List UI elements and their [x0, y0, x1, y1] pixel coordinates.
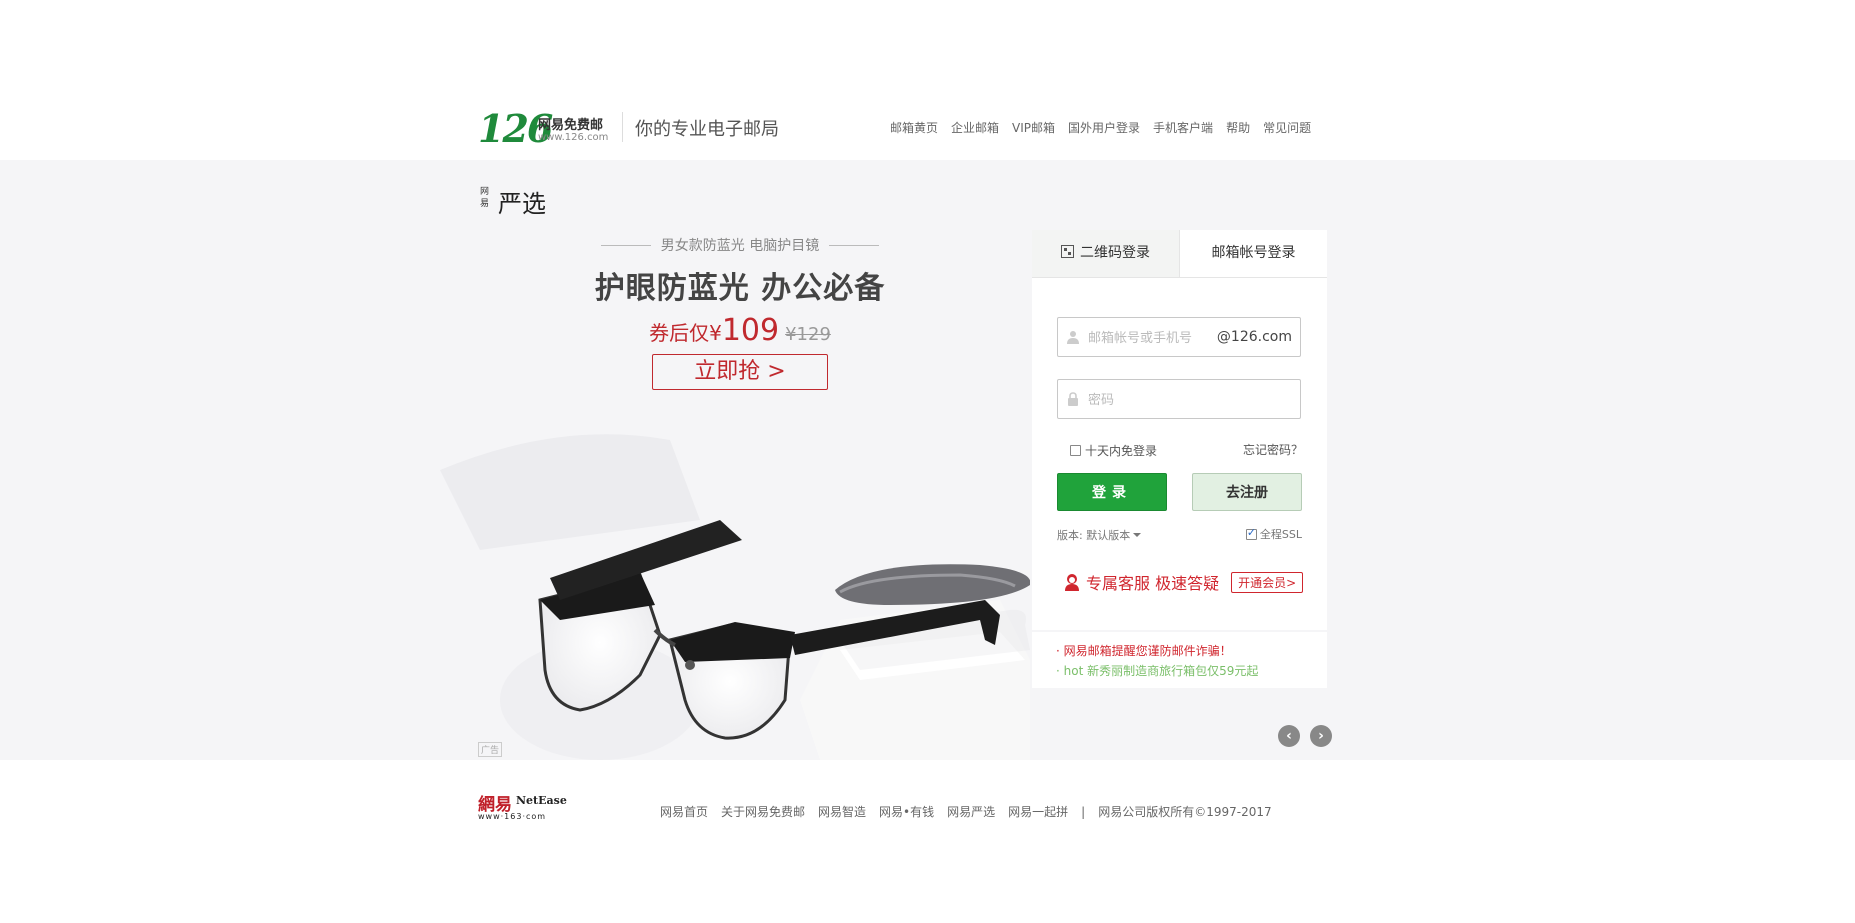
promo-subtitle-row: 男女款防蓝光 电脑护目镜 — [570, 235, 910, 255]
notice-link[interactable]: · 网易邮箱提醒您谨防邮件诈骗！ — [1056, 642, 1232, 659]
header: 126 网易免费邮 www.126.com 你的专业电子邮局 邮箱黄页 企业邮箱 V… — [0, 0, 1855, 160]
notice-link[interactable]: · hot 新秀丽制造商旅行箱包仅59元起 — [1056, 662, 1258, 679]
remember-checkbox[interactable] — [1070, 445, 1081, 456]
remember-me[interactable]: 十天内免登录 — [1070, 442, 1157, 459]
version-label: 版本: 默认版本 — [1057, 529, 1131, 542]
username-input[interactable] — [1086, 326, 1220, 350]
login-tabs: 二维码登录 邮箱帐号登录 — [1032, 230, 1327, 278]
logo-name: 网易免费邮 — [538, 118, 604, 133]
old-price: ¥129 — [785, 324, 831, 345]
netease-logo[interactable]: 網易 NetEase www·163·com — [478, 790, 573, 822]
vip-text: 专属客服 极速答疑 — [1086, 574, 1220, 593]
caret-down-icon — [1133, 533, 1142, 537]
tab-account-label: 邮箱帐号登录 — [1211, 245, 1296, 261]
login-panel: 二维码登录 邮箱帐号登录 @126.com 十天内免登录 忘记密 — [1032, 230, 1327, 630]
promo-title: 护眼防蓝光 办公必备 — [594, 271, 886, 306]
footer-link[interactable]: 网易严选 — [947, 805, 995, 819]
lock-icon — [1068, 392, 1078, 406]
top-nav: 邮箱黄页 企业邮箱 VIP邮箱 国外用户登录 手机客户端 帮助 常见问题 — [890, 119, 1311, 136]
tab-qr-label: 二维码登录 — [1080, 245, 1150, 261]
brand-big: 严选 — [498, 190, 546, 218]
nav-link-yellowpages[interactable]: 邮箱黄页 — [890, 121, 938, 135]
promo-price: 券后仅¥109 ¥129 — [570, 313, 910, 348]
user-icon — [1067, 331, 1079, 344]
ad-banner[interactable]: 网易 严选 男女款防蓝光 电脑护目镜 护眼防蓝光 办公必备 券后仅¥109 ¥12… — [0, 160, 1855, 760]
remember-label: 十天内免登录 — [1085, 444, 1158, 458]
email-suffix: @126.com — [1216, 329, 1292, 345]
price-prefix: 券后仅¥ — [649, 321, 722, 345]
glasses-image — [440, 434, 1030, 760]
price: 109 — [721, 313, 780, 348]
footer-separator: | — [1081, 805, 1086, 819]
footer-link[interactable]: 网易智造 — [818, 805, 866, 819]
frame-top-right — [670, 622, 795, 662]
footer-nav: 网易首页 关于网易免费邮 网易智造 网易•有钱 网易严选 网易一起拼 | 网易公司版权所有©1… — [660, 803, 1285, 820]
tab-qr-login[interactable]: 二维码登录 — [1032, 230, 1180, 277]
footer-link[interactable]: 网易首页 — [660, 805, 708, 819]
password-field[interactable] — [1057, 379, 1301, 419]
copyright: 网易公司版权所有©1997-2017 — [1098, 805, 1272, 819]
tab-account-login[interactable]: 邮箱帐号登录 — [1180, 230, 1327, 277]
ssl-checkbox[interactable] — [1245, 526, 1257, 540]
divider — [829, 244, 880, 246]
username-field[interactable]: @126.com — [1057, 317, 1301, 357]
next-slide-icon[interactable]: › — [1310, 725, 1332, 747]
nav-link-vip[interactable]: VIP邮箱 — [1012, 121, 1055, 135]
customer-service-icon — [1065, 574, 1079, 591]
nose-pad — [685, 660, 695, 670]
prev-slide-icon[interactable]: ‹ — [1278, 725, 1300, 747]
netease-logo-en: NetEase — [516, 794, 567, 807]
ssl-label: 全程SSL — [1259, 528, 1302, 541]
open-vip-button[interactable]: 开通会员> — [1231, 571, 1304, 593]
brand-small: 网易 — [480, 187, 490, 209]
nav-link-faq[interactable]: 常见问题 — [1263, 121, 1311, 135]
promo: 男女款防蓝光 电脑护目镜 护眼防蓝光 办公必备 券后仅¥109 ¥129 立即抢 … — [570, 235, 910, 390]
qrcode-icon — [1061, 245, 1074, 258]
divider — [600, 244, 651, 246]
footer-link[interactable]: 网易•有钱 — [879, 805, 934, 819]
ad-tag: 广告 — [478, 742, 503, 757]
yanxuan-brand: 网易 严选 — [480, 184, 560, 218]
nav-link-help[interactable]: 帮助 — [1226, 121, 1250, 135]
notice-box: · 网易邮箱提醒您谨防邮件诈骗！ · hot 新秀丽制造商旅行箱包仅59元起 — [1032, 632, 1327, 688]
promo-subtitle: 男女款防蓝光 电脑护目镜 — [660, 238, 820, 254]
divider — [622, 112, 623, 142]
footer-link[interactable]: 网易一起拼 — [1008, 805, 1068, 819]
nav-link-mobile[interactable]: 手机客户端 — [1153, 121, 1213, 135]
logo-126[interactable]: 126 网易免费邮 www.126.com — [478, 106, 628, 151]
footer-link[interactable]: 关于网易免费邮 — [721, 805, 805, 819]
version-select[interactable]: 版本: 默认版本 — [1057, 527, 1142, 543]
password-input[interactable] — [1086, 388, 1220, 412]
vip-promo: 专属客服 极速答疑 开通会员> — [1064, 570, 1304, 594]
paper-shape — [440, 434, 700, 550]
footer: 網易 NetEase www·163·com 网易首页 关于网易免费邮 网易智造 网易… — [0, 760, 1855, 923]
buy-now-button[interactable]: 立即抢 > — [652, 354, 828, 390]
slogan: 你的专业电子邮局 — [635, 119, 779, 140]
ssl-option[interactable]: 全程SSL — [1245, 526, 1302, 542]
login-button[interactable]: 登录 — [1057, 473, 1167, 511]
nav-link-enterprise[interactable]: 企业邮箱 — [951, 121, 999, 135]
register-button[interactable]: 去注册 — [1192, 473, 1302, 511]
netease-logo-url: www·163·com — [478, 812, 547, 821]
nav-link-overseas[interactable]: 国外用户登录 — [1068, 121, 1140, 135]
logo-url: www.126.com — [538, 132, 609, 143]
forgot-password-link[interactable]: 忘记密码？ — [1243, 441, 1303, 458]
